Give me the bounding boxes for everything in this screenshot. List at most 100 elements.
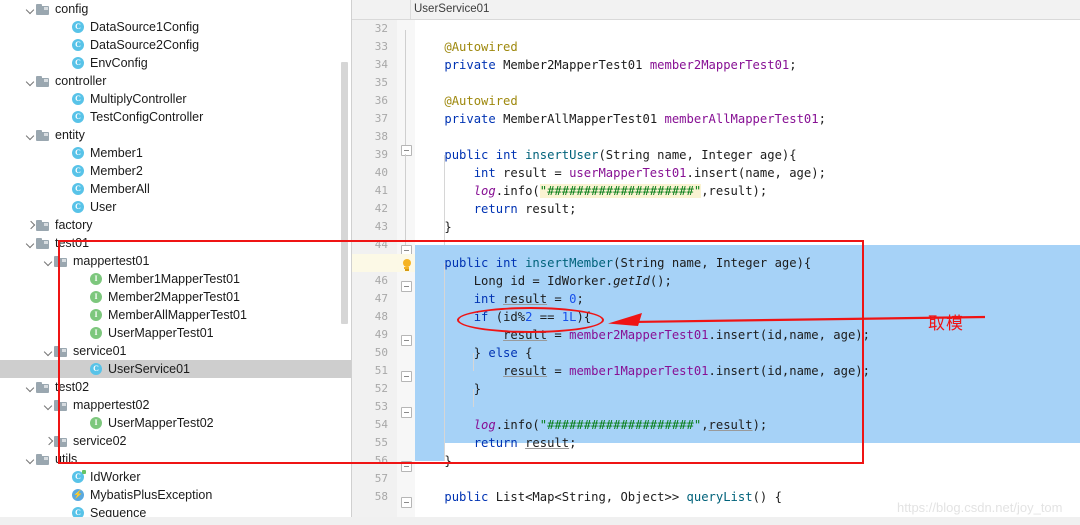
- code-line[interactable]: @Autowired: [415, 92, 517, 110]
- interface-icon: I: [90, 291, 102, 303]
- code-line[interactable]: public int insertUser(String name, Integ…: [415, 146, 796, 164]
- code-line[interactable]: log.info("####################",result);: [415, 182, 767, 200]
- tree-item-label: service02: [73, 434, 127, 448]
- line-number: 35: [374, 76, 388, 89]
- tab-label: UserService01: [414, 3, 490, 15]
- chevron-down-icon[interactable]: [25, 450, 36, 468]
- line-number: 47: [374, 292, 388, 305]
- tree-item-testconfigcontroller[interactable]: C TestConfigController: [0, 108, 352, 126]
- chevron-down-icon[interactable]: [43, 396, 54, 414]
- tree-item-member1[interactable]: C Member1: [0, 144, 352, 162]
- tree-item-service01[interactable]: service01: [0, 342, 352, 360]
- code-line[interactable]: } else {: [415, 344, 533, 362]
- code-line[interactable]: return result;: [415, 200, 577, 218]
- tree-item-memberall[interactable]: C MemberAll: [0, 180, 352, 198]
- folder-icon: [36, 453, 49, 465]
- tree-item-factory[interactable]: factory: [0, 216, 352, 234]
- interface-icon: I: [90, 309, 102, 321]
- line-number: 33: [374, 40, 388, 53]
- chevron-down-icon[interactable]: [25, 72, 36, 90]
- tree-item-utils[interactable]: utils: [0, 450, 352, 468]
- code-line[interactable]: }: [415, 380, 481, 398]
- tree-item-test02[interactable]: test02: [0, 378, 352, 396]
- tree-item-config[interactable]: config: [0, 0, 352, 18]
- chevron-down-icon[interactable]: [43, 342, 54, 360]
- code-line[interactable]: public List<Map<String, Object>> queryLi…: [415, 488, 782, 506]
- line-number-gutter[interactable]: 3233343536373839404142434445464748495051…: [352, 20, 397, 525]
- editor-tab-bar[interactable]: UserService01: [352, 0, 1080, 20]
- chevron-right-icon[interactable]: [25, 216, 36, 234]
- chevron-down-icon[interactable]: [43, 252, 54, 270]
- tree-item-label: factory: [55, 218, 93, 232]
- tree-item-controller[interactable]: controller: [0, 72, 352, 90]
- tree-item-usermappertest01[interactable]: I UserMapperTest01: [0, 324, 352, 342]
- class-icon: C: [72, 470, 86, 483]
- code-line[interactable]: private MemberAllMapperTest01 memberAllM…: [415, 110, 826, 128]
- tree-item-label: utils: [55, 452, 78, 466]
- tree-item-label: test01: [55, 236, 90, 250]
- code-line[interactable]: @Autowired: [415, 38, 517, 56]
- code-line[interactable]: public int insertMember(String name, Int…: [415, 254, 811, 272]
- code-line[interactable]: private Member2MapperTest01 member2Mappe…: [415, 56, 796, 74]
- code-line[interactable]: int result = userMapperTest01.insert(nam…: [415, 164, 826, 182]
- fold-marker-insertmember-end[interactable]: [401, 461, 412, 472]
- tree-item-mybatisplusexception[interactable]: ⚡ MybatisPlusException: [0, 486, 352, 504]
- chevron-down-icon[interactable]: [25, 234, 36, 252]
- code-line[interactable]: return result;: [415, 434, 577, 452]
- code-content[interactable]: @Autowired private Member2MapperTest01 m…: [352, 20, 1080, 525]
- tree-item-label: mappertest02: [73, 398, 150, 412]
- class-icon: C: [72, 183, 84, 195]
- tree-item-label: Member1MapperTest01: [108, 272, 241, 286]
- tree-item-label: MultiplyController: [90, 92, 187, 106]
- code-line[interactable]: result = member1MapperTest01.insert(id,n…: [415, 362, 870, 380]
- code-line[interactable]: }: [415, 452, 451, 470]
- fold-marker-querylist[interactable]: [401, 497, 412, 508]
- tree-item-entity[interactable]: entity: [0, 126, 352, 144]
- tree-item-label: UserMapperTest02: [108, 416, 214, 430]
- tree-item-memberallmappertest01[interactable]: I MemberAllMapperTest01: [0, 306, 352, 324]
- fold-marker-insertuser[interactable]: [401, 145, 412, 156]
- tree-item-member2mappertest01[interactable]: I Member2MapperTest01: [0, 288, 352, 306]
- code-editor[interactable]: UserService01 32 33 34 35 36 37 38 39 40 41 42 43 44…: [352, 0, 1080, 525]
- code-line[interactable]: log.info("####################",result);: [415, 416, 768, 434]
- class-icon: C: [72, 57, 84, 69]
- class-icon: C: [72, 147, 84, 159]
- tree-item-datasource2config[interactable]: C DataSource2Config: [0, 36, 352, 54]
- tree-item-label: Member2MapperTest01: [108, 290, 241, 304]
- chevron-down-icon[interactable]: [25, 0, 36, 18]
- code-line[interactable]: }: [415, 218, 451, 236]
- tree-item-idworker[interactable]: C IdWorker: [0, 468, 352, 486]
- tree-item-mappertest01[interactable]: mappertest01: [0, 252, 352, 270]
- sidebar-vertical-scrollbar[interactable]: [341, 62, 348, 324]
- tree-item-user[interactable]: C User: [0, 198, 352, 216]
- tree-item-label: Member2: [90, 164, 143, 178]
- tree-item-service02[interactable]: service02: [0, 432, 352, 450]
- tree-item-datasource1config[interactable]: C DataSource1Config: [0, 18, 352, 36]
- project-tree-sidebar[interactable]: config C DataSource1Config C DataSource2Conf…: [0, 0, 352, 525]
- tree-item-member1mappertest01[interactable]: I Member1MapperTest01: [0, 270, 352, 288]
- annotation-ellipse: [457, 307, 604, 333]
- lightbulb-icon[interactable]: [400, 259, 413, 273]
- tree-item-multiplycontroller[interactable]: C MultiplyController: [0, 90, 352, 108]
- tree-item-label: MemberAll: [90, 182, 150, 196]
- chevron-down-icon[interactable]: [25, 126, 36, 144]
- tree-item-mappertest02[interactable]: mappertest02: [0, 396, 352, 414]
- no-chevron-spacer: [61, 468, 72, 486]
- fold-marker-insertmember[interactable]: [401, 281, 412, 292]
- tree-item-member2[interactable]: C Member2: [0, 162, 352, 180]
- chevron-right-icon[interactable]: [43, 432, 54, 450]
- tree-item-usermappertest02[interactable]: I UserMapperTest02: [0, 414, 352, 432]
- line-number: 41: [374, 184, 388, 197]
- chevron-down-icon[interactable]: [25, 378, 36, 396]
- fold-marker-else[interactable]: [401, 371, 412, 382]
- folder-icon: [36, 75, 49, 87]
- tree-item-userservice01[interactable]: C UserService01: [0, 360, 352, 378]
- code-line[interactable]: Long id = IdWorker.getId();: [415, 272, 672, 290]
- no-chevron-spacer: [79, 360, 90, 378]
- code-line[interactable]: int result = 0;: [415, 290, 584, 308]
- tree-item-test01[interactable]: test01: [0, 234, 352, 252]
- line-number: 53: [374, 400, 388, 413]
- fold-marker-if-end[interactable]: [401, 407, 412, 418]
- fold-marker-if[interactable]: [401, 335, 412, 346]
- tree-item-envconfig[interactable]: C EnvConfig: [0, 54, 352, 72]
